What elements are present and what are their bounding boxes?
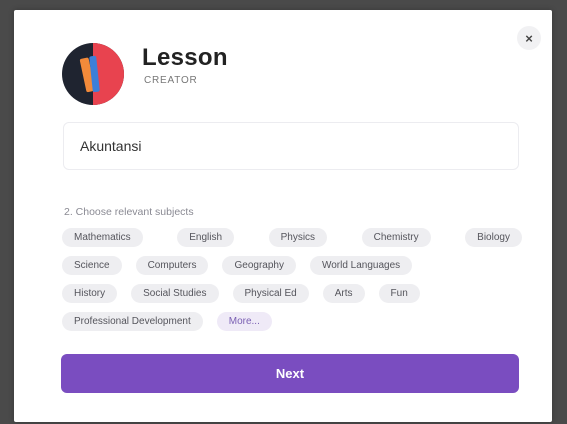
subject-chip-science[interactable]: Science <box>62 256 122 275</box>
brand-title: Lesson <box>142 44 228 71</box>
subject-chip-history[interactable]: History <box>62 284 118 303</box>
lesson-creator-modal: × Lesson CREATOR 2. Choose relevant subj… <box>14 10 552 422</box>
next-button[interactable]: Next <box>61 354 519 393</box>
chip-row: Science Computers Geography World Langua… <box>62 256 522 275</box>
subject-chip-social-studies[interactable]: Social Studies <box>131 284 219 303</box>
subject-chip-computers[interactable]: Computers <box>135 256 209 275</box>
lesson-creator-logo-icon <box>62 43 124 105</box>
subject-chip-arts[interactable]: Arts <box>322 284 365 303</box>
chip-row: History Social Studies Physical Ed Arts … <box>62 284 522 303</box>
subject-chip-professional-development[interactable]: Professional Development <box>62 312 203 331</box>
more-subjects-button[interactable]: More... <box>216 312 272 331</box>
chip-row: Professional Development More... <box>62 312 522 331</box>
subject-chip-geography[interactable]: Geography <box>222 256 296 275</box>
subject-chips: Mathematics English Physics Chemistry Bi… <box>62 228 522 340</box>
brand-subtitle: CREATOR <box>144 75 198 86</box>
subject-chip-english[interactable]: English <box>177 228 235 247</box>
subjects-step-label: 2. Choose relevant subjects <box>64 206 194 218</box>
subject-chip-fun[interactable]: Fun <box>378 284 420 303</box>
close-icon: × <box>525 30 533 46</box>
subject-chip-physical-ed[interactable]: Physical Ed <box>232 284 309 303</box>
subject-chip-world-languages[interactable]: World Languages <box>309 256 413 275</box>
chip-row: Mathematics English Physics Chemistry Bi… <box>62 228 522 247</box>
subject-chip-biology[interactable]: Biology <box>465 228 522 247</box>
subject-chip-chemistry[interactable]: Chemistry <box>361 228 431 247</box>
topic-input[interactable] <box>63 122 519 170</box>
subject-chip-mathematics[interactable]: Mathematics <box>62 228 143 247</box>
subject-chip-physics[interactable]: Physics <box>268 228 328 247</box>
close-button[interactable]: × <box>517 26 541 50</box>
